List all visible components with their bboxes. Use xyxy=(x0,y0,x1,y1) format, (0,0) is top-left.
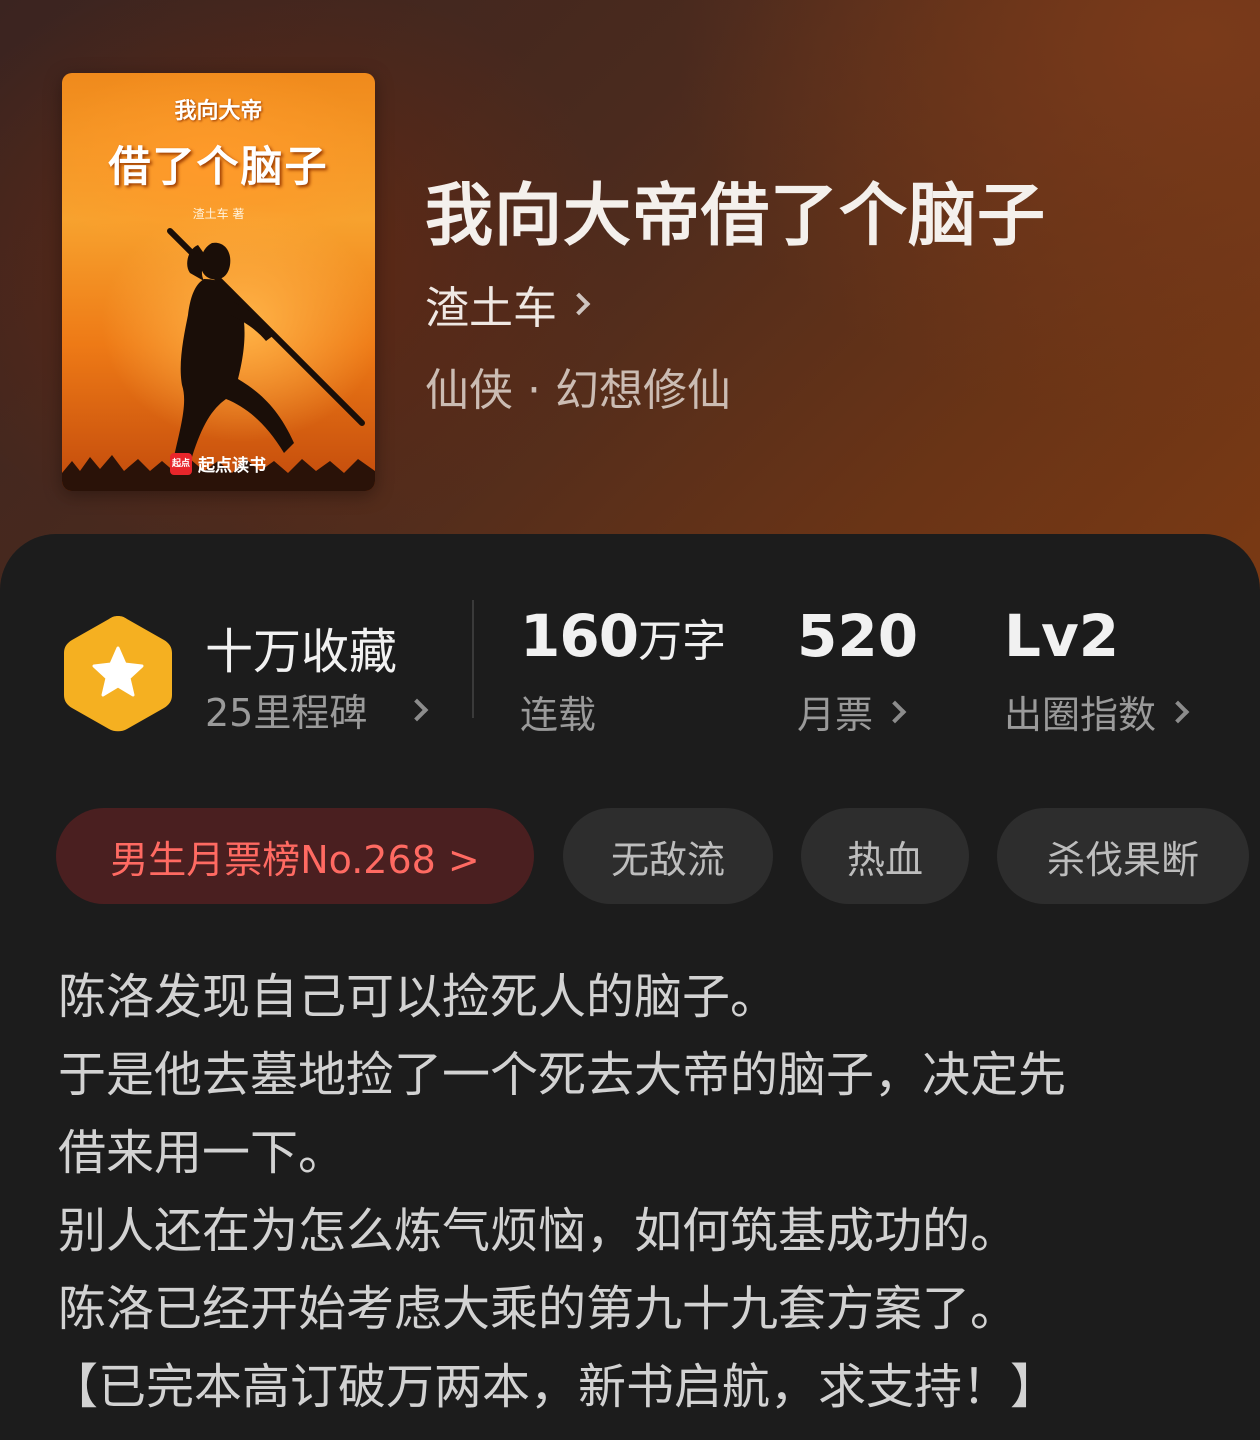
collection-title: 十万收藏 xyxy=(205,624,398,680)
description-line: 陈洛发现自己可以捡死人的脑子。 xyxy=(58,969,779,1025)
book-title: 我向大帝借了个脑子 xyxy=(425,176,1047,256)
book-description[interactable]: 陈洛发现自己可以捡死人的脑子。 于是他去墓地捡了一个死去大帝的脑子，决定先 借来… xyxy=(50,958,1208,1426)
description-line: 陈洛已经开始考虑大乘的第九十九套方案了。 xyxy=(58,1281,1019,1337)
monthly-ticket-value: 520 xyxy=(797,602,919,670)
chevron-right-icon xyxy=(883,700,907,723)
author-name: 渣土车 xyxy=(425,283,557,334)
chevron-right-icon xyxy=(406,698,429,721)
cover-subtitle: 我向大帝 xyxy=(174,99,263,124)
influence-label: 出圈指数 xyxy=(1004,693,1157,737)
description-line: 【已完本高订破万两本，新书启航，求支持！】 xyxy=(50,1359,1059,1415)
word-count-unit: 万字 xyxy=(638,616,727,667)
milestone-link[interactable]: 25里程碑 xyxy=(205,682,429,737)
chevron-right-icon xyxy=(1166,700,1190,723)
brand-logo-icon: 起点 xyxy=(170,452,192,475)
star-hexagon-icon xyxy=(64,616,172,732)
description-line: 别人还在为怎么炼气烦恼，如何筑基成功的。 xyxy=(58,1203,1019,1259)
genre-label[interactable]: 仙侠 · 幻想修仙 xyxy=(425,354,731,418)
tag-chip[interactable]: 热血 xyxy=(801,808,969,904)
influence-level: Lv2 xyxy=(1004,602,1120,670)
tag-chip[interactable]: 杀伐果断 xyxy=(997,808,1249,904)
cover-author: 渣土车 著 xyxy=(192,207,245,221)
monthly-ticket-link[interactable]: 月票 xyxy=(797,684,907,739)
influence-link[interactable]: 出圈指数 xyxy=(1004,684,1190,739)
word-count-value: 160 xyxy=(520,602,639,670)
milestone-label: 25里程碑 xyxy=(205,691,368,735)
serial-status: 连载 xyxy=(520,684,596,739)
brand-name: 起点读书 xyxy=(198,456,266,476)
monthly-ticket-label: 月票 xyxy=(797,693,874,737)
stats-divider xyxy=(472,600,474,718)
serial-status-label: 连载 xyxy=(520,693,597,737)
rank-chip[interactable]: 男生月票榜No.268 > xyxy=(56,808,534,904)
tag-chip[interactable]: 无敌流 xyxy=(563,808,773,904)
author-link[interactable]: 渣土车 xyxy=(425,272,591,336)
description-line: 借来用一下。 xyxy=(58,1125,347,1181)
cover-title: 借了个脑子 xyxy=(108,142,329,191)
description-line: 于是他去墓地捡了一个死去大帝的脑子，决定先 xyxy=(58,1047,1067,1103)
cover-brand: 起点 起点读书 xyxy=(170,451,266,476)
word-count: 160万字 xyxy=(520,602,726,670)
chevron-right-icon xyxy=(567,292,591,316)
book-cover[interactable]: 我向大帝 借了个脑子 渣土车 著 起点 起点读书 xyxy=(62,73,375,491)
